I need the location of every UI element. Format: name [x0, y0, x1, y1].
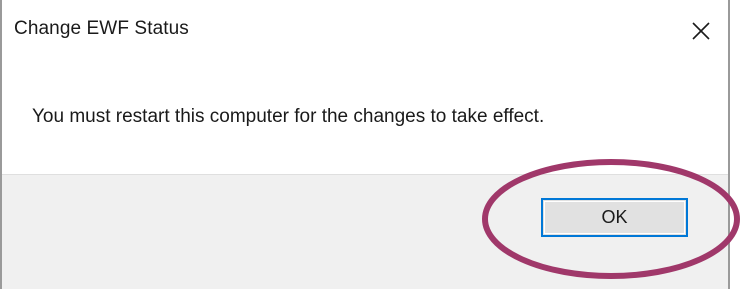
close-icon: [692, 22, 710, 40]
dialog-titlebar: Change EWF Status: [2, 0, 728, 62]
close-button[interactable]: [684, 14, 718, 48]
dialog-title: Change EWF Status: [14, 18, 189, 39]
change-ewf-status-dialog: Change EWF Status You must restart this …: [0, 0, 730, 289]
ok-button[interactable]: OK: [541, 198, 688, 237]
dialog-message: You must restart this computer for the c…: [32, 106, 545, 127]
screenshot-stage: Change EWF Status You must restart this …: [0, 0, 746, 289]
